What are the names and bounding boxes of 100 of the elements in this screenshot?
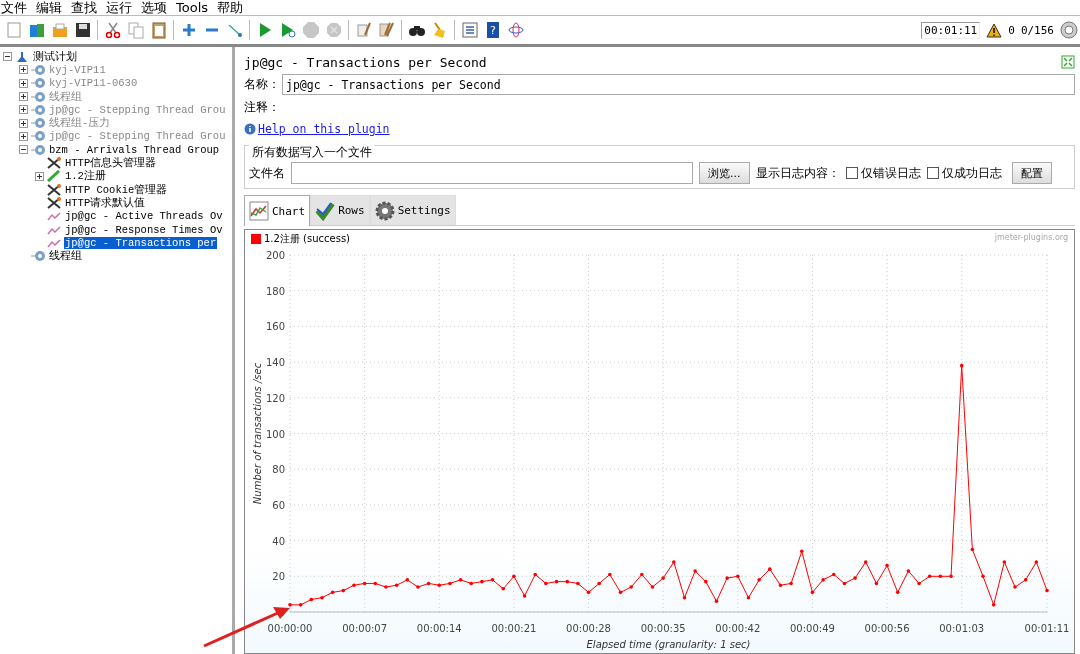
data-point bbox=[320, 595, 324, 600]
line-chart-icon bbox=[249, 201, 269, 221]
data-point bbox=[704, 579, 708, 584]
gear-icon bbox=[30, 103, 46, 116]
panel-title: jp@gc - Transactions per Second bbox=[244, 54, 487, 70]
axis-tick-label: 00:01:03 bbox=[939, 623, 985, 634]
checkbox[interactable] bbox=[845, 167, 858, 179]
broom-icon[interactable] bbox=[354, 21, 373, 39]
data-point bbox=[959, 363, 964, 368]
expand-icon[interactable] bbox=[1061, 55, 1075, 69]
group-title: 所有数据写入一个文件 bbox=[249, 144, 375, 161]
atom-icon[interactable] bbox=[506, 21, 525, 39]
configure-button[interactable]: 配置 bbox=[1011, 162, 1052, 184]
wrench-icon bbox=[46, 196, 62, 209]
data-point bbox=[906, 569, 911, 573]
data-point bbox=[831, 572, 836, 577]
collapse-toggle[interactable] bbox=[19, 145, 28, 155]
checkbox-label: 仅成功日志 bbox=[941, 164, 1002, 182]
menu-item[interactable]: 文件 bbox=[1, 0, 27, 15]
axis-tick-label: 40 bbox=[272, 535, 285, 547]
data-point bbox=[768, 567, 772, 571]
menu-item[interactable]: Tools bbox=[176, 0, 209, 15]
save-icon[interactable] bbox=[73, 21, 92, 39]
info-icon bbox=[244, 123, 256, 135]
tab[interactable]: Chart bbox=[244, 195, 311, 226]
remote-status-icon bbox=[1060, 21, 1078, 39]
data-point bbox=[544, 581, 548, 586]
data-point bbox=[981, 574, 985, 579]
tree-item[interactable]: HTTP Cookie管理器 bbox=[64, 182, 169, 197]
filename-field[interactable] bbox=[291, 162, 693, 184]
axis-tick-label: 160 bbox=[265, 321, 285, 333]
data-point bbox=[640, 572, 644, 577]
gear-icon bbox=[30, 117, 46, 130]
data-point bbox=[437, 583, 442, 588]
data-point bbox=[725, 576, 729, 580]
menu-item[interactable]: 运行 bbox=[106, 0, 132, 15]
pencil-icon bbox=[46, 170, 62, 183]
data-point bbox=[373, 581, 378, 586]
axis-tick-label: 00:00:35 bbox=[640, 623, 686, 634]
graph-icon bbox=[46, 236, 62, 249]
data-point bbox=[949, 574, 953, 579]
paste-icon[interactable] bbox=[149, 21, 168, 39]
browse-button[interactable]: 浏览... bbox=[699, 162, 750, 184]
tree-item[interactable]: 1.2注册 bbox=[64, 169, 107, 184]
axis-tick-label: 120 bbox=[265, 392, 285, 404]
broom-icon[interactable] bbox=[377, 21, 396, 39]
tree-item[interactable]: 测试计划 bbox=[32, 49, 78, 64]
menu-item[interactable]: 选项 bbox=[141, 0, 167, 15]
expand-toggle[interactable] bbox=[35, 171, 44, 181]
data-point bbox=[608, 572, 612, 577]
axis-tick-label: 00:00:28 bbox=[566, 623, 611, 634]
tree-item[interactable]: jp@gc - Response Times Ov bbox=[64, 223, 224, 236]
data-point bbox=[330, 590, 335, 595]
data-point bbox=[512, 574, 516, 579]
tree-item[interactable]: HTTP信息头管理器 bbox=[64, 156, 158, 171]
data-point bbox=[991, 603, 996, 607]
axis-tick-label: 180 bbox=[265, 285, 285, 297]
templates-icon[interactable] bbox=[27, 21, 46, 39]
axis-tick-label: 80 bbox=[272, 464, 285, 476]
data-point bbox=[810, 590, 815, 595]
flask-icon bbox=[14, 50, 30, 63]
data-point bbox=[757, 578, 761, 582]
data-point bbox=[416, 585, 420, 589]
axis-tick-label: 00:00:21 bbox=[491, 623, 537, 634]
checkbox[interactable] bbox=[926, 167, 939, 179]
name-field[interactable]: jp@gc - Transactions per Second bbox=[282, 74, 1075, 95]
data-point bbox=[554, 579, 559, 584]
data-point bbox=[352, 583, 356, 588]
menu-item[interactable]: 查找 bbox=[71, 0, 97, 15]
data-point bbox=[309, 597, 314, 602]
list-icon[interactable] bbox=[460, 21, 479, 39]
axis-tick-label: 200 bbox=[265, 250, 285, 261]
data-point bbox=[853, 576, 857, 580]
tree-item[interactable]: jp@gc - Transactions per bbox=[64, 236, 218, 249]
tree-item[interactable]: HTTP请求默认值 bbox=[64, 195, 147, 210]
data-point bbox=[778, 583, 783, 588]
data-point bbox=[362, 581, 367, 586]
menu-item[interactable]: 编辑 bbox=[36, 0, 62, 15]
cut-icon[interactable] bbox=[103, 21, 122, 39]
data-point bbox=[490, 578, 495, 582]
data-point bbox=[522, 594, 527, 598]
data-point bbox=[672, 560, 676, 564]
gear-icon bbox=[374, 200, 395, 221]
tree-item[interactable]: 线程组 bbox=[48, 249, 83, 264]
tree-item[interactable]: bzm - Arrivals Thread Group bbox=[48, 143, 221, 156]
legend-label: 1.2注册 (success) bbox=[264, 232, 350, 246]
help-link[interactable]: Help on this plugin bbox=[258, 122, 390, 136]
gear-icon bbox=[30, 90, 46, 103]
gear-icon bbox=[30, 250, 46, 263]
data-point bbox=[426, 581, 431, 586]
data-point bbox=[1045, 588, 1049, 593]
axis-tick-label: 00:00:07 bbox=[342, 623, 388, 634]
menu-item[interactable]: 帮助 bbox=[217, 0, 244, 15]
tree-item[interactable]: jp@gc - Active Threads Ov bbox=[64, 210, 224, 223]
thread-count: 0/156 bbox=[1020, 23, 1054, 37]
data-point bbox=[693, 569, 697, 573]
tab[interactable]: Settings bbox=[369, 195, 456, 225]
data-point bbox=[917, 581, 921, 586]
collapse-toggle[interactable] bbox=[3, 52, 12, 62]
tab[interactable]: Rows bbox=[310, 195, 370, 225]
